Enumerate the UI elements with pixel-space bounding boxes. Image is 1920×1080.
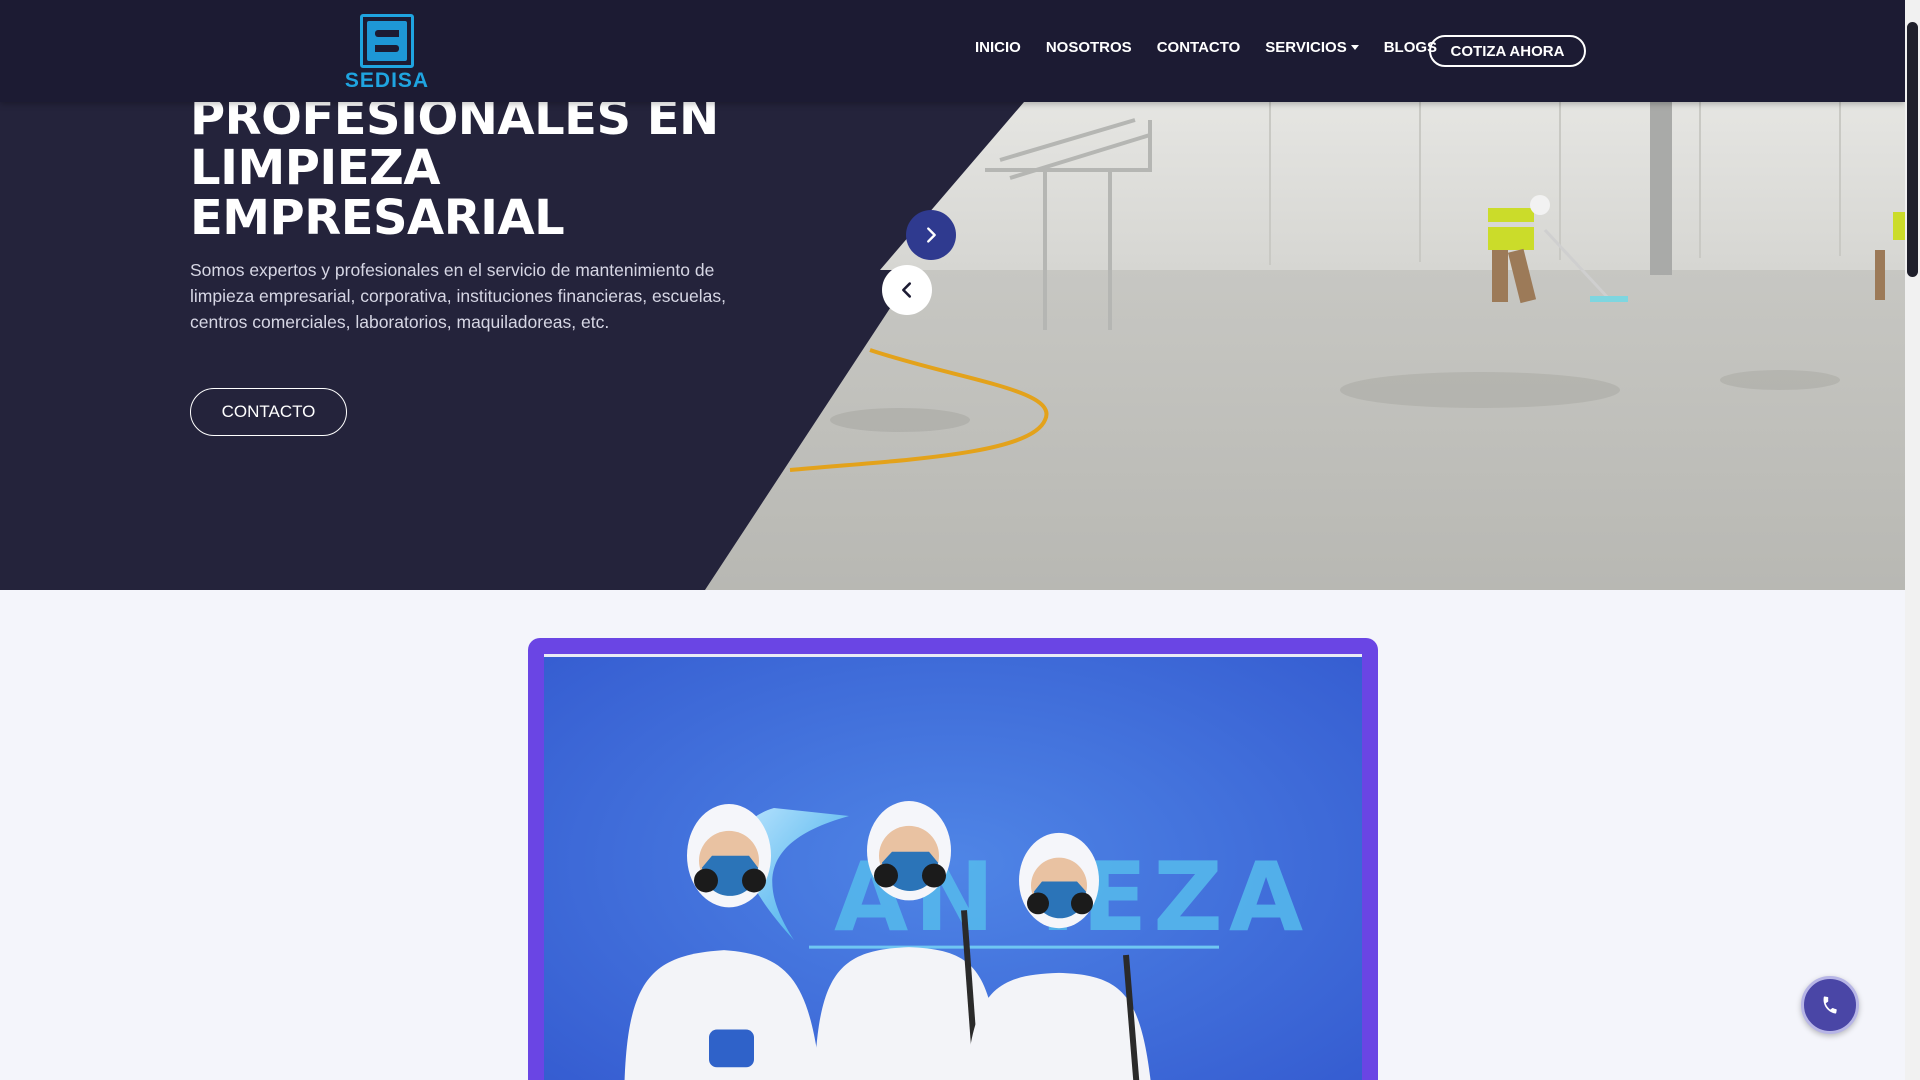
carousel-next-button[interactable] — [906, 210, 956, 260]
chevron-left-icon — [902, 282, 912, 298]
nav-item-inicio[interactable]: INICIO — [975, 39, 1021, 56]
video-player[interactable]: AN IEZA — [544, 654, 1362, 1080]
nav-item-contacto[interactable]: CONTACTO — [1157, 39, 1241, 56]
main-nav: INICIO NOSOTROS CONTACTO SERVICIOS BLOGS — [975, 39, 1462, 56]
floating-call-button[interactable] — [1801, 976, 1859, 1034]
logo-mark-icon — [360, 14, 414, 68]
nav-item-servicios-label: SERVICIOS — [1265, 39, 1347, 56]
nav-item-servicios[interactable]: SERVICIOS — [1265, 39, 1359, 56]
sedisa-logo[interactable]: SEDISA — [331, 14, 443, 92]
video-thumbnail-cleaning-crew: AN IEZA — [544, 657, 1362, 1080]
caret-down-icon — [1350, 45, 1359, 50]
hero-title-line-3: EMPRESARIAL — [190, 190, 565, 246]
nav-item-nosotros[interactable]: NOSOTROS — [1046, 39, 1132, 56]
page-scrollbar[interactable] — [1905, 0, 1920, 1080]
hero-description: Somos expertos y profesionales en el ser… — [190, 260, 726, 332]
top-navbar: SEDISA INICIO NOSOTROS CONTACTO SERVICIO… — [0, 0, 1905, 102]
hero-title: PROFESIONALES EN LIMPIEZA EMPRESARIAL — [190, 93, 810, 243]
video-card: AN IEZA — [528, 638, 1378, 1080]
logo-wordmark: SEDISA — [344, 69, 430, 92]
chevron-right-icon — [927, 227, 936, 243]
cotiza-ahora-button[interactable]: COTIZA AHORA — [1429, 35, 1586, 67]
phone-icon — [1823, 996, 1837, 1014]
hero-title-line-2: LIMPIEZA — [190, 140, 441, 196]
scrollbar-thumb[interactable] — [1907, 22, 1918, 277]
hero-contacto-button[interactable]: CONTACTO — [190, 388, 347, 436]
carousel-prev-button[interactable] — [882, 265, 932, 315]
